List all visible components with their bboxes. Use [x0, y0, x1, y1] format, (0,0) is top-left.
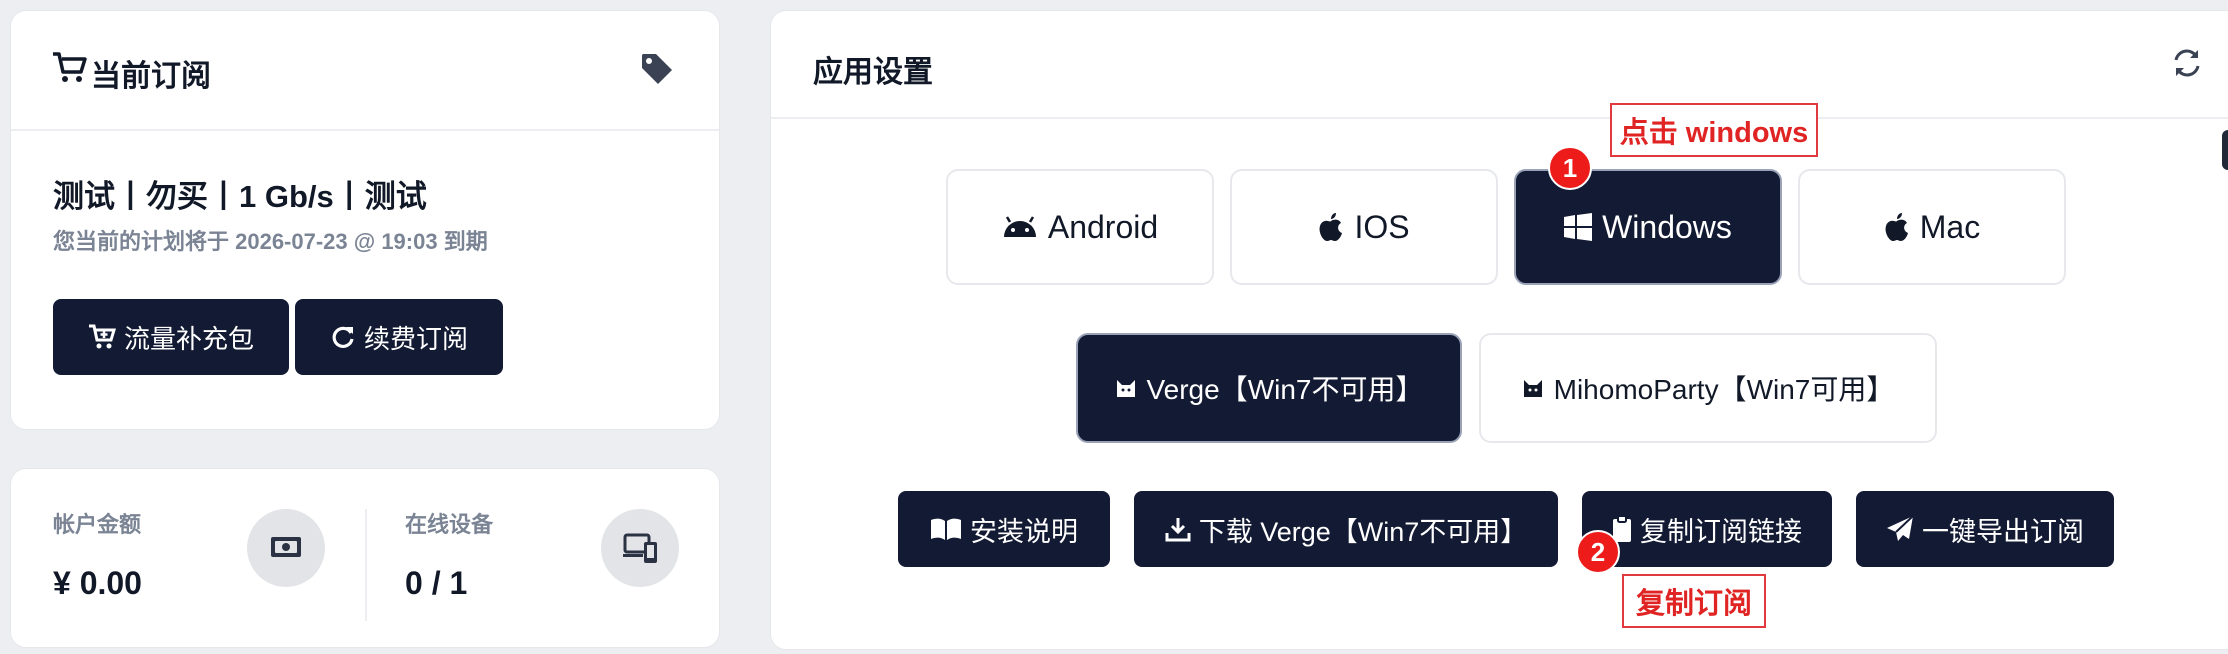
- send-icon: [1887, 515, 1914, 541]
- account-stats-card: 帐户金额 ¥ 0.00 在线设备 0 / 1: [10, 468, 720, 648]
- traffic-package-label: 流量补充包: [123, 323, 254, 354]
- apple-icon: [1319, 213, 1343, 241]
- export-subscription-button[interactable]: 一键导出订阅: [1856, 491, 2114, 567]
- sync-icon[interactable]: [2171, 47, 2203, 79]
- copy-subscription-link-label: 复制订阅链接: [1640, 516, 1802, 547]
- client-verge-label: Verge【Win7不可用】: [1146, 374, 1424, 405]
- plan-expiry-text: 您当前的计划将于 2026-07-23 @ 19:03 到期: [53, 229, 488, 254]
- download-client-button[interactable]: 下载 Verge【Win7不可用】: [1134, 491, 1558, 567]
- book-icon: [931, 518, 961, 540]
- install-guide-button[interactable]: 安装说明: [898, 491, 1110, 567]
- download-icon: [1165, 518, 1191, 542]
- client-mihomoparty-button[interactable]: MihomoParty【Win7可用】: [1479, 333, 1937, 443]
- annotation-badge-1: 1: [1548, 146, 1592, 190]
- subscription-title: 当前订阅: [91, 60, 211, 93]
- cat-icon: [1523, 380, 1542, 397]
- tag-icon[interactable]: [639, 51, 675, 87]
- platform-windows-button[interactable]: Windows: [1514, 169, 1782, 285]
- subscription-card: 当前订阅 测试丨勿买丨1 Gb/s丨测试 您当前的计划将于 2026-07-23…: [10, 10, 720, 430]
- cat-icon: [1116, 380, 1135, 397]
- platform-mac-button[interactable]: Mac: [1798, 169, 2066, 285]
- devices-label: 在线设备: [405, 512, 494, 537]
- platform-android-label: Android: [1047, 208, 1159, 245]
- traffic-package-button[interactable]: 流量补充包: [53, 299, 289, 375]
- balance-icon-circle: [247, 509, 325, 587]
- annotation-copy-subscription: 复制订阅: [1622, 574, 1766, 628]
- stats-divider: [365, 509, 367, 621]
- devices-value: 0 / 1: [405, 565, 468, 601]
- platform-android-button[interactable]: Android: [946, 169, 1214, 285]
- subscription-card-header: 当前订阅: [11, 11, 719, 131]
- download-client-label: 下载 Verge【Win7不可用】: [1198, 516, 1528, 547]
- money-icon: [271, 537, 301, 557]
- client-verge-button[interactable]: Verge【Win7不可用】: [1076, 333, 1462, 443]
- platform-ios-label: IOS: [1354, 208, 1410, 245]
- windows-icon: [1564, 213, 1593, 241]
- devices-icon-circle: [601, 509, 679, 587]
- android-icon: [1003, 216, 1036, 237]
- cart-icon: [53, 52, 87, 82]
- balance-label: 帐户金额: [53, 512, 142, 537]
- platform-ios-button[interactable]: IOS: [1230, 169, 1498, 285]
- refresh-icon: [332, 326, 354, 348]
- annotation-badge-2: 2: [1576, 530, 1620, 574]
- platform-mac-label: Mac: [1919, 208, 1981, 245]
- app-settings-title: 应用设置: [813, 56, 933, 89]
- plan-name: 测试丨勿买丨1 Gb/s丨测试: [53, 179, 427, 214]
- app-settings-card: 应用设置 Android IOS Windows Mac Verge【Win7不…: [770, 10, 2228, 650]
- annotation-click-windows: 点击 windows: [1610, 103, 1818, 157]
- edge-handle: [2222, 130, 2228, 170]
- app-settings-header: 应用设置: [771, 11, 2228, 119]
- balance-value: ¥ 0.00: [53, 565, 142, 601]
- apple-icon: [1885, 213, 1908, 241]
- renew-subscription-label: 续费订阅: [363, 323, 468, 354]
- renew-subscription-button[interactable]: 续费订阅: [295, 299, 503, 375]
- client-mihomoparty-label: MihomoParty【Win7可用】: [1553, 374, 1895, 405]
- devices-icon: [623, 533, 657, 563]
- cart-plus-icon: [88, 324, 116, 349]
- export-subscription-label: 一键导出订阅: [1922, 516, 2084, 547]
- platform-windows-label: Windows: [1602, 208, 1732, 245]
- install-guide-label: 安装说明: [970, 516, 1078, 547]
